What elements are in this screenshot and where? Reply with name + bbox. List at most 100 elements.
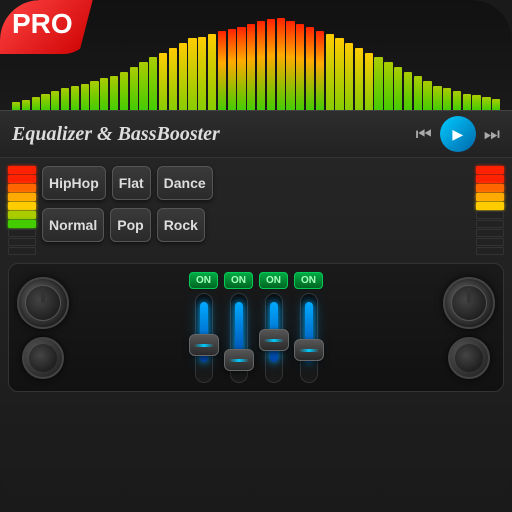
fader-track-0[interactable] (195, 293, 213, 383)
right-knob-top[interactable] (443, 277, 495, 329)
preset-rock[interactable]: Rock (157, 208, 205, 242)
spectrum-bar (316, 31, 324, 110)
spectrum-bar (306, 27, 314, 110)
spectrum-bar (296, 24, 304, 110)
spectrum-bar (130, 67, 138, 110)
preset-row-2: Normal Pop Rock (42, 208, 470, 242)
spectrum-bar (365, 53, 373, 110)
preset-flat[interactable]: Flat (112, 166, 151, 200)
spectrum-bar (286, 21, 294, 110)
vu-segment (476, 202, 504, 210)
left-knob-bottom[interactable] (22, 337, 64, 379)
spectrum-bar (100, 78, 108, 110)
vu-segment (476, 220, 504, 228)
fader-on-btn-3[interactable]: ON (294, 272, 323, 289)
spectrum-bar (169, 48, 177, 110)
fader-channel: ON (189, 272, 218, 383)
spectrum-bar (433, 86, 441, 110)
preset-normal[interactable]: Normal (42, 208, 104, 242)
app-container: PRO Equalizer & BassBooster ⏮ ▶ ⏭ HipHop… (0, 0, 512, 512)
preset-hiphop[interactable]: HipHop (42, 166, 106, 200)
fader-channel: ON (259, 272, 288, 383)
fader-handle-light (194, 344, 214, 347)
vu-segment (476, 184, 504, 192)
left-knob-top-inner (25, 285, 61, 321)
spectrum-bar (453, 91, 461, 110)
right-knob-top-inner (451, 285, 487, 321)
spectrum-bar (41, 94, 49, 110)
eq-row: HipHop Flat Dance Normal Pop Rock (8, 166, 504, 255)
spectrum-bar (81, 84, 89, 110)
spectrum-bar (355, 48, 363, 110)
vu-segment (8, 184, 36, 192)
spectrum-bar (61, 88, 69, 110)
left-vu-meter (8, 166, 36, 255)
spectrum-bar (228, 29, 236, 110)
fader-handle-light (229, 359, 249, 362)
spectrum-bar (159, 53, 167, 110)
vu-segment (8, 220, 36, 228)
left-knob-top[interactable] (17, 277, 69, 329)
fader-on-btn-0[interactable]: ON (189, 272, 218, 289)
right-knob-bottom[interactable] (448, 337, 490, 379)
spectrum-bars (12, 18, 500, 110)
vu-segment (476, 211, 504, 219)
main-content: HipHop Flat Dance Normal Pop Rock (0, 158, 512, 400)
faders-group: ON ON ON ON (77, 272, 435, 383)
fader-track-2[interactable] (265, 293, 283, 383)
fader-handle-light (299, 349, 319, 352)
spectrum-bar (394, 67, 402, 110)
spectrum-bar (12, 102, 20, 110)
spectrum-bar (267, 19, 275, 110)
fader-on-btn-1[interactable]: ON (224, 272, 253, 289)
play-button[interactable]: ▶ (440, 116, 476, 152)
play-icon: ▶ (452, 126, 463, 143)
fader-handle[interactable] (224, 349, 254, 371)
right-knobs (443, 277, 495, 379)
spectrum-bar (414, 76, 422, 110)
preset-pop[interactable]: Pop (110, 208, 150, 242)
fader-track-1[interactable] (230, 293, 248, 383)
left-knobs (17, 277, 69, 379)
spectrum-bar (423, 81, 431, 110)
spectrum-bar (463, 94, 471, 110)
spectrum-bar (51, 91, 59, 110)
spectrum-bar (188, 38, 196, 110)
spectrum-bar (208, 34, 216, 110)
spectrum-bar (482, 97, 490, 110)
vu-segment (8, 229, 36, 237)
next-button[interactable]: ⏭ (484, 124, 500, 145)
spectrum-bar (110, 76, 118, 110)
spectrum-bar (149, 57, 157, 110)
right-knob-bottom-inner (455, 344, 483, 372)
vu-segment (476, 229, 504, 237)
fader-track-3[interactable] (300, 293, 318, 383)
app-title: Equalizer & BassBooster (12, 123, 416, 146)
spectrum-bar (237, 27, 245, 110)
preset-row-1: HipHop Flat Dance (42, 166, 470, 200)
fader-handle[interactable] (259, 329, 289, 351)
vu-segment (8, 202, 36, 210)
spectrum-bar (90, 81, 98, 110)
fader-channel: ON (294, 272, 323, 383)
pro-badge: PRO (0, 0, 93, 54)
spectrum-bar (384, 62, 392, 110)
fader-handle[interactable] (189, 334, 219, 356)
spectrum-bar (247, 24, 255, 110)
spectrum-bar (32, 97, 40, 110)
spectrum-bar (374, 57, 382, 110)
playback-controls: ⏮ ▶ ⏭ (416, 116, 500, 152)
preset-dance[interactable]: Dance (157, 166, 213, 200)
spectrum-bar (71, 86, 79, 110)
title-bar: Equalizer & BassBooster ⏮ ▶ ⏭ (0, 110, 512, 158)
spectrum-bar (335, 38, 343, 110)
left-knob-bottom-inner (29, 344, 57, 372)
spectrum-bar (139, 62, 147, 110)
fader-on-btn-2[interactable]: ON (259, 272, 288, 289)
vu-segment (8, 238, 36, 246)
vu-segment (476, 247, 504, 255)
vu-segment (476, 175, 504, 183)
fader-handle[interactable] (294, 339, 324, 361)
vu-segment (8, 247, 36, 255)
prev-button[interactable]: ⏮ (416, 124, 432, 145)
